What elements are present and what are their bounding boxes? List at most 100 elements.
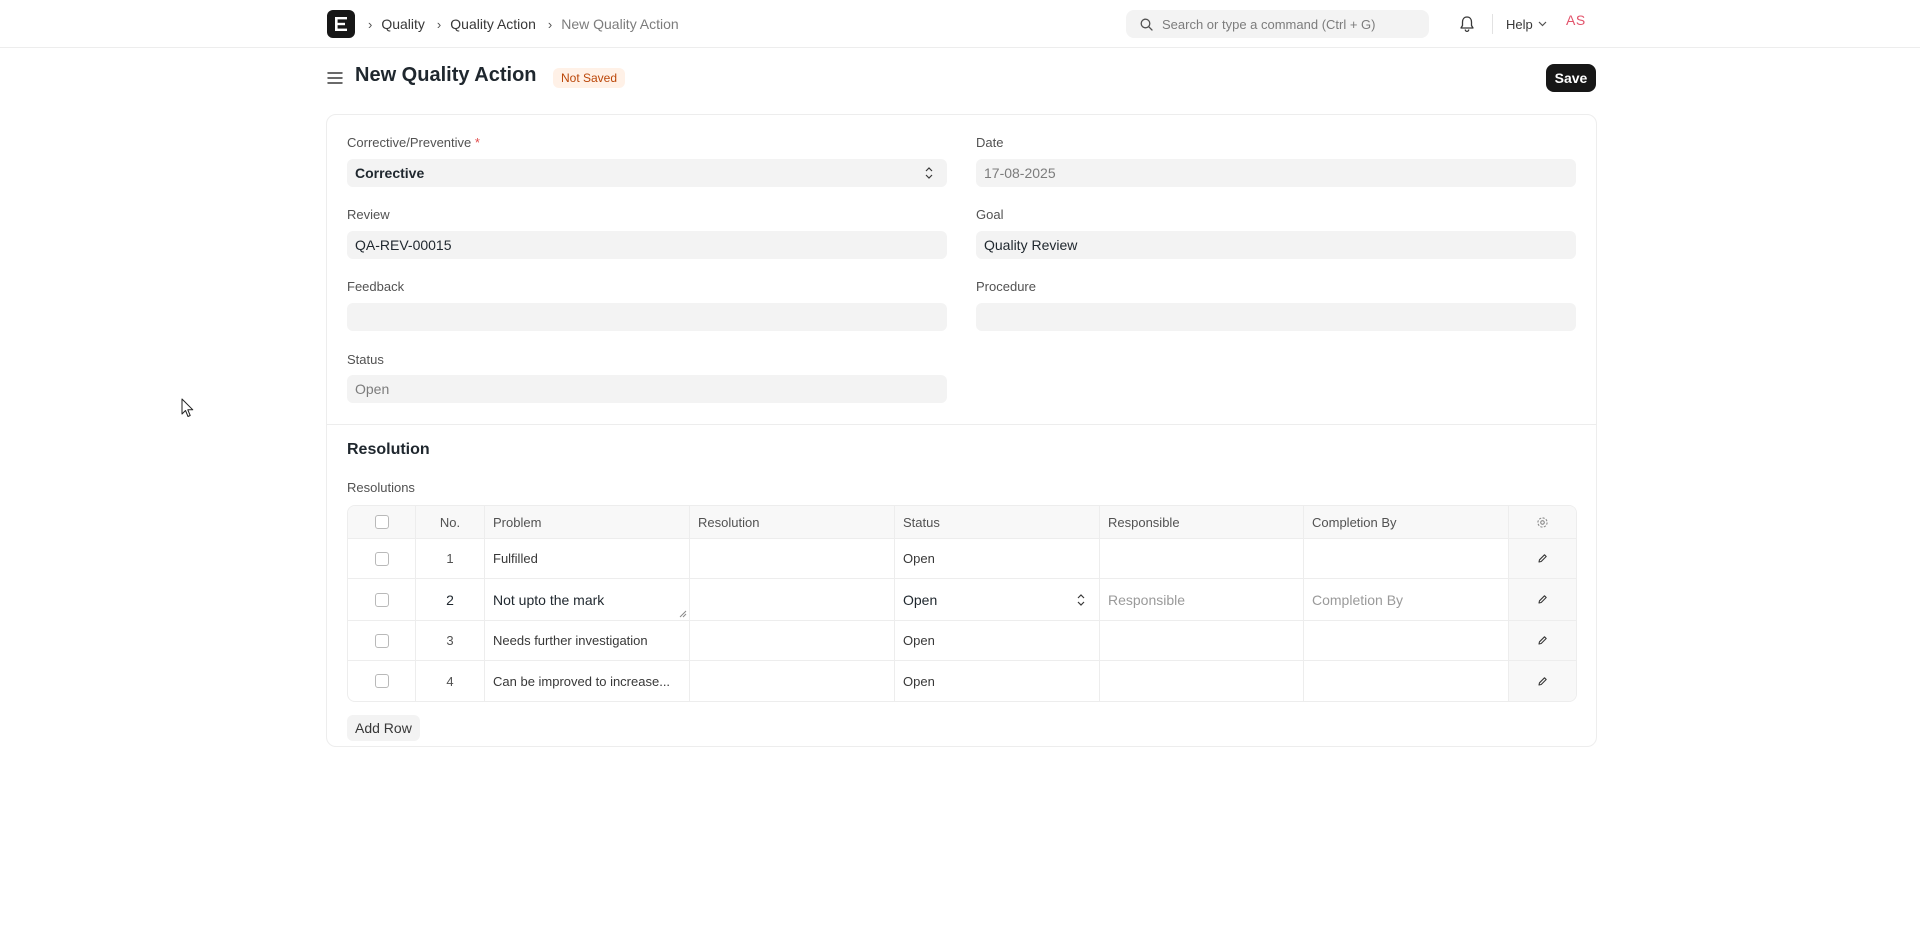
procedure-label: Procedure <box>976 279 1036 294</box>
page-title: New Quality Action <box>355 64 537 86</box>
add-row-button[interactable]: Add Row <box>347 715 420 741</box>
status-badge: Not Saved <box>553 68 626 88</box>
resolution-cell[interactable] <box>690 621 895 660</box>
completion-by-cell[interactable] <box>1304 621 1509 660</box>
navbar-divider <box>1492 14 1493 34</box>
row-number: 1 <box>416 539 485 578</box>
select-arrows-icon <box>1077 594 1085 606</box>
table-row-editing[interactable]: 2 Not upto the mark Open Responsible Com… <box>348 579 1576 621</box>
app-logo[interactable] <box>327 10 355 38</box>
completion-by-input[interactable]: Completion By <box>1304 579 1509 620</box>
search-bar[interactable] <box>1126 10 1429 38</box>
problem-cell[interactable]: Can be improved to increase... <box>485 661 690 701</box>
column-header-no: No. <box>416 506 485 538</box>
resize-grip-icon[interactable] <box>679 610 687 618</box>
column-header-resolution: Resolution <box>690 506 895 538</box>
chevron-right-icon: › <box>436 16 442 32</box>
breadcrumb: › Quality › Quality Action › New Quality… <box>368 0 691 48</box>
row-select-cell <box>348 661 416 701</box>
edit-row-cell[interactable] <box>1509 539 1576 578</box>
completion-by-cell[interactable] <box>1304 661 1509 701</box>
corrective-preventive-select[interactable]: Corrective <box>347 159 947 187</box>
edit-pencil-icon <box>1538 595 1547 604</box>
erpnext-logo-icon <box>335 17 347 31</box>
problem-text: Not upto the mark <box>493 591 605 608</box>
row-checkbox[interactable] <box>374 674 389 688</box>
row-checkbox[interactable] <box>374 551 389 566</box>
procedure-field[interactable] <box>976 303 1576 331</box>
review-label: Review <box>347 207 390 222</box>
row-checkbox[interactable] <box>374 592 389 607</box>
form-card: Corrective/Preventive * Corrective Revie… <box>326 114 1597 747</box>
resolution-cell[interactable] <box>690 661 895 701</box>
navbar: › Quality › Quality Action › New Quality… <box>0 0 1920 48</box>
search-input[interactable] <box>1162 16 1412 32</box>
breadcrumb-current[interactable]: New Quality Action <box>561 16 679 32</box>
completion-by-cell[interactable] <box>1304 539 1509 578</box>
table-row[interactable]: 1 Fulfilled Open <box>348 539 1576 579</box>
responsible-cell[interactable] <box>1100 539 1304 578</box>
date-label: Date <box>976 135 1004 150</box>
section-divider <box>327 424 1596 425</box>
save-button[interactable]: Save <box>1546 64 1596 92</box>
edit-row-cell[interactable] <box>1509 579 1576 620</box>
responsible-cell[interactable] <box>1100 621 1304 660</box>
problem-cell[interactable]: Fulfilled <box>485 539 690 578</box>
table-row[interactable]: 3 Needs further investigation Open <box>348 621 1576 661</box>
user-avatar[interactable]: AS <box>1566 12 1586 28</box>
responsible-input[interactable]: Responsible <box>1100 579 1304 620</box>
feedback-field[interactable] <box>347 303 947 331</box>
problem-textarea[interactable]: Not upto the mark <box>485 579 690 620</box>
row-checkbox[interactable] <box>374 633 389 648</box>
status-cell[interactable]: Open <box>895 621 1100 660</box>
column-header-status: Status <box>895 506 1100 538</box>
resolution-input[interactable] <box>690 579 895 620</box>
row-number: 4 <box>416 661 485 701</box>
column-header-problem: Problem <box>485 506 690 538</box>
edit-row-cell[interactable] <box>1509 661 1576 701</box>
required-mark: * <box>474 135 480 150</box>
breadcrumb-quality-action[interactable]: Quality Action <box>450 16 536 32</box>
select-all-checkbox[interactable] <box>374 515 389 529</box>
status-cell[interactable]: Open <box>895 661 1100 701</box>
table-header-row: No. Problem Resolution Status Responsibl… <box>348 506 1576 539</box>
responsible-cell[interactable] <box>1100 661 1304 701</box>
notification-bell-icon[interactable] <box>1457 14 1477 34</box>
gear-icon <box>1537 516 1548 528</box>
goal-field[interactable]: Quality Review <box>976 231 1576 259</box>
chevron-right-icon: › <box>547 16 553 32</box>
table-row[interactable]: 4 Can be improved to increase... Open <box>348 661 1576 701</box>
corrective-preventive-value: Corrective <box>355 165 425 181</box>
row-select-cell <box>348 621 416 660</box>
search-icon <box>1140 18 1153 31</box>
column-header-completion-by: Completion By <box>1304 506 1509 538</box>
row-number: 2 <box>416 579 485 620</box>
resolution-cell[interactable] <box>690 539 895 578</box>
edit-pencil-icon <box>1538 676 1547 686</box>
select-all-cell <box>348 506 416 538</box>
date-field[interactable]: 17-08-2025 <box>976 159 1576 187</box>
breadcrumb-quality[interactable]: Quality <box>381 16 425 32</box>
chevron-right-icon: › <box>368 16 373 32</box>
status-cell[interactable]: Open <box>895 539 1100 578</box>
sidebar-toggle-icon[interactable] <box>326 70 344 86</box>
edit-pencil-icon <box>1538 554 1547 563</box>
edit-pencil-icon <box>1538 636 1547 645</box>
resolutions-table: No. Problem Resolution Status Responsibl… <box>347 505 1577 702</box>
status-select[interactable]: Open <box>895 579 1100 620</box>
resolution-section-title[interactable]: Resolution <box>347 441 430 459</box>
column-settings-cell[interactable] <box>1509 506 1576 538</box>
edit-row-cell[interactable] <box>1509 621 1576 660</box>
corrective-preventive-label: Corrective/Preventive * <box>347 135 480 150</box>
column-header-responsible: Responsible <box>1100 506 1304 538</box>
row-select-cell <box>348 579 416 620</box>
review-field[interactable]: QA-REV-00015 <box>347 231 947 259</box>
corrective-preventive-label-text: Corrective/Preventive <box>347 135 472 150</box>
mouse-cursor-icon <box>181 398 194 417</box>
status-field: Open <box>347 375 947 403</box>
help-dropdown[interactable]: Help <box>1506 14 1547 34</box>
help-label: Help <box>1506 16 1533 32</box>
problem-cell[interactable]: Needs further investigation <box>485 621 690 660</box>
resolutions-table-label: Resolutions <box>347 480 415 495</box>
row-select-cell <box>348 539 416 578</box>
